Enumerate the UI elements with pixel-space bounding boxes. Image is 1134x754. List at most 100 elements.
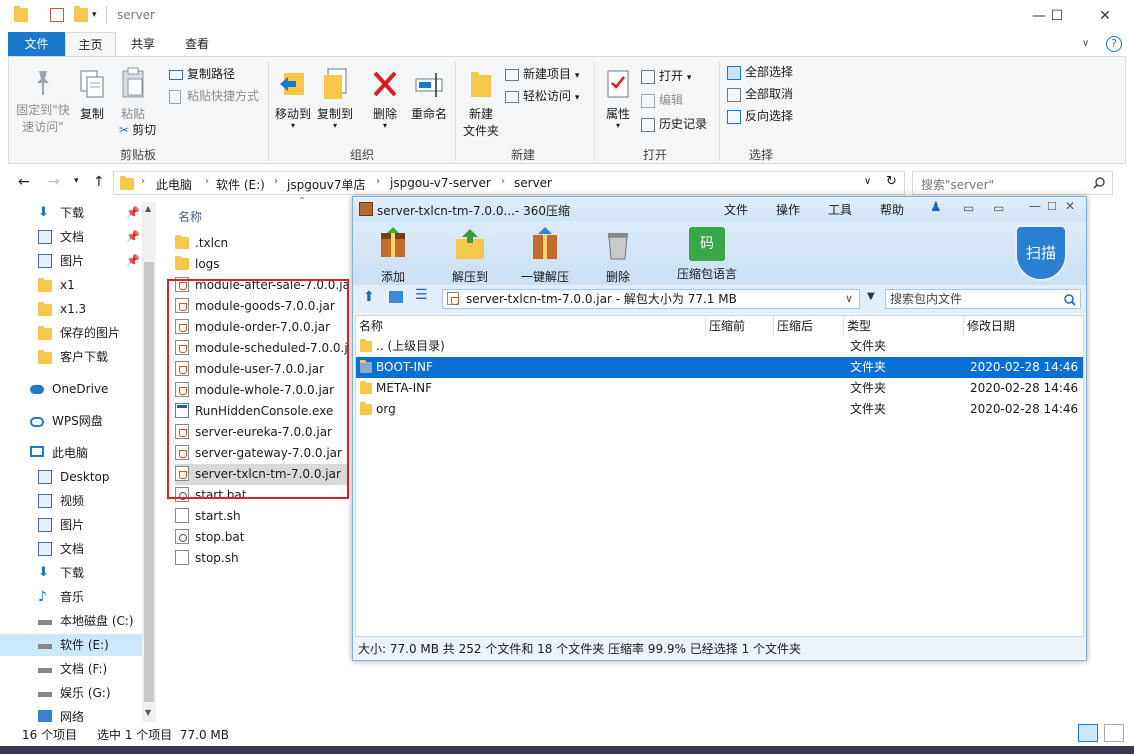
scroll-down-icon[interactable]: ▼ xyxy=(145,708,151,717)
address-bar[interactable]: › 此电脑 › 软件 (E:) › jspgouv7单店 › jspgou-v7… xyxy=(113,171,905,195)
nav-scrollbar[interactable]: ▲ ▼ xyxy=(142,202,156,722)
file-list-item[interactable]: start.sh xyxy=(175,506,347,527)
tab-home[interactable]: 主页 xyxy=(65,32,116,56)
zip-one-click-extract-button[interactable]: 一键解压 xyxy=(517,227,573,285)
nav-item[interactable]: 文档 (F:) xyxy=(0,658,142,680)
zip-path-dropdown-icon[interactable]: ∨ xyxy=(845,290,853,308)
nav-item[interactable]: WPS网盘 xyxy=(0,410,142,432)
nav-item[interactable]: x1 xyxy=(0,274,142,296)
file-list-item[interactable]: stop.bat xyxy=(175,527,347,548)
open-button[interactable]: 打开 ▾ xyxy=(641,65,691,87)
zip-col-original-size[interactable]: 压缩前 xyxy=(706,316,774,336)
paste-button[interactable]: 粘贴 xyxy=(115,67,151,123)
breadcrumb-jspgou-v7-server[interactable]: jspgou-v7-server xyxy=(390,176,491,190)
forward-arrow-icon[interactable]: → xyxy=(48,174,60,190)
zip-list-row[interactable]: .. (上级目录) 文件夹 xyxy=(356,336,1083,357)
zip-menu-tools[interactable]: 工具 xyxy=(828,201,852,218)
back-arrow-icon[interactable]: ← xyxy=(18,174,30,190)
zip-list-row[interactable]: org 文件夹 2020-02-28 14:46 xyxy=(356,399,1083,420)
new-folder-button[interactable]: 新建 文件夹 xyxy=(461,67,501,140)
breadcrumb-server[interactable]: server xyxy=(514,176,552,190)
select-all-button[interactable]: 全部选择 xyxy=(727,61,793,83)
zip-thumbnail-view-icon[interactable] xyxy=(389,291,403,303)
cut-button[interactable]: ✂ 剪切 xyxy=(119,119,156,141)
properties-quick-icon[interactable] xyxy=(50,8,64,22)
address-dropdown-icon[interactable]: ∨ xyxy=(864,176,871,187)
copy-to-button[interactable]: 复制到 ▾ xyxy=(317,67,353,130)
column-header-name[interactable]: 名称 xyxy=(178,208,202,225)
zip-path-field[interactable]: server-txlcn-tm-7.0.0.jar - 解包大小为 77.1 M… xyxy=(442,289,860,309)
nav-item[interactable]: 图片 xyxy=(0,514,142,536)
paste-shortcut-button[interactable]: 粘贴快捷方式 xyxy=(169,85,259,107)
nav-item[interactable]: 本地磁盘 (C:) xyxy=(0,610,142,632)
zip-extract-to-button[interactable]: 解压到 xyxy=(445,227,495,285)
nav-item[interactable]: 图片 📌 xyxy=(0,250,142,272)
pin-icon[interactable]: 📌 xyxy=(126,202,140,224)
zip-close-button[interactable]: ✕ xyxy=(1065,199,1075,213)
delete-button[interactable]: 删除 ▾ xyxy=(369,67,401,130)
breadcrumb-jspgouv7[interactable]: jspgouv7单店 xyxy=(287,176,366,193)
collapse-ribbon-icon[interactable]: ∨ xyxy=(1082,38,1089,49)
file-list-item[interactable]: .txlcn xyxy=(175,233,347,254)
tab-share[interactable]: 共享 xyxy=(116,32,170,56)
nav-item[interactable]: 视频 xyxy=(0,490,142,512)
nav-item[interactable]: ♪ 音乐 xyxy=(0,586,142,608)
zip-add-button[interactable]: 添加 xyxy=(371,227,415,285)
large-icons-view-icon[interactable] xyxy=(1104,724,1124,742)
zip-list-view-icon[interactable]: ☰ xyxy=(415,287,428,303)
edit-button[interactable]: 编辑 xyxy=(641,89,683,111)
zip-list-row[interactable]: BOOT-INF 文件夹 2020-02-28 14:46 xyxy=(356,357,1083,378)
zip-language-button[interactable]: 码 压缩包语言 xyxy=(659,227,755,282)
pin-icon[interactable]: 📌 xyxy=(126,250,140,272)
copy-button[interactable]: 复制 xyxy=(75,69,109,123)
recent-locations-icon[interactable]: ▾ xyxy=(74,176,79,186)
nav-item[interactable]: 保存的图片 xyxy=(0,322,142,344)
new-item-button[interactable]: 新建项目 ▾ xyxy=(505,63,579,85)
zip-search-input[interactable]: 搜索包内文件 xyxy=(885,289,1081,309)
new-folder-quick-icon[interactable] xyxy=(74,6,88,22)
pin-quick-access-button[interactable]: 固定到"快 速访问" xyxy=(13,69,73,136)
select-none-button[interactable]: 全部取消 xyxy=(727,83,793,105)
search-input[interactable]: 搜索"server" xyxy=(912,171,1113,195)
nav-item[interactable]: 文档 📌 xyxy=(0,226,142,248)
zip-path-history-icon[interactable]: ▼ xyxy=(867,291,875,302)
refresh-icon[interactable]: ↻ xyxy=(886,174,897,189)
nav-item[interactable]: 此电脑 xyxy=(0,442,142,464)
zip-feedback-icon[interactable]: ▭ xyxy=(963,201,974,215)
zip-col-compressed-size[interactable]: 压缩后 xyxy=(774,316,844,336)
zip-menu-file[interactable]: 文件 xyxy=(724,201,748,218)
nav-item[interactable]: Desktop xyxy=(0,466,142,488)
properties-button[interactable]: 属性 ▾ xyxy=(601,67,635,130)
breadcrumb-this-pc[interactable]: 此电脑 xyxy=(156,176,192,193)
invert-selection-button[interactable]: 反向选择 xyxy=(727,105,793,127)
zip-maximize-button[interactable]: ☐ xyxy=(1047,200,1057,213)
breadcrumb-drive-e[interactable]: 软件 (E:) xyxy=(216,176,265,193)
nav-item[interactable]: x1.3 xyxy=(0,298,142,320)
zip-scan-button[interactable]: 扫描 xyxy=(1015,225,1067,281)
maximize-button[interactable]: ☐ xyxy=(1034,0,1080,32)
nav-item[interactable]: 娱乐 (G:) xyxy=(0,682,142,704)
zip-up-arrow-icon[interactable]: ⬆ xyxy=(363,289,375,305)
zip-col-modified-date[interactable]: 修改日期 xyxy=(964,316,1083,336)
tab-file[interactable]: 文件 xyxy=(8,32,65,56)
nav-item[interactable]: ⬇ 下载 xyxy=(0,562,142,584)
pin-icon[interactable]: 📌 xyxy=(126,226,140,248)
scroll-up-icon[interactable]: ▲ xyxy=(145,204,151,213)
zip-menu-help[interactable]: 帮助 xyxy=(880,201,904,218)
nav-scroll-thumb[interactable] xyxy=(144,262,154,702)
zip-col-name[interactable]: 名称 xyxy=(356,316,706,336)
close-button[interactable]: ✕ xyxy=(1082,0,1128,32)
zip-list-row[interactable]: META-INF 文件夹 2020-02-28 14:46 xyxy=(356,378,1083,399)
nav-item[interactable]: OneDrive xyxy=(0,378,142,400)
rename-button[interactable]: 重命名 xyxy=(407,67,451,123)
nav-item[interactable]: ⬇ 下载 📌 xyxy=(0,202,142,224)
zip-delete-button[interactable]: 删除 xyxy=(595,227,641,285)
zip-minimize-button[interactable]: — xyxy=(1029,199,1041,213)
history-button[interactable]: 历史记录 xyxy=(641,113,707,135)
help-icon[interactable]: ? xyxy=(1106,36,1122,52)
nav-item[interactable]: 客户下载 xyxy=(0,346,142,368)
file-list-item[interactable]: logs xyxy=(175,254,347,275)
nav-item[interactable]: 软件 (E:) xyxy=(0,634,142,656)
nav-item[interactable]: 文档 xyxy=(0,538,142,560)
copy-path-button[interactable]: 复制路径 xyxy=(169,63,235,85)
